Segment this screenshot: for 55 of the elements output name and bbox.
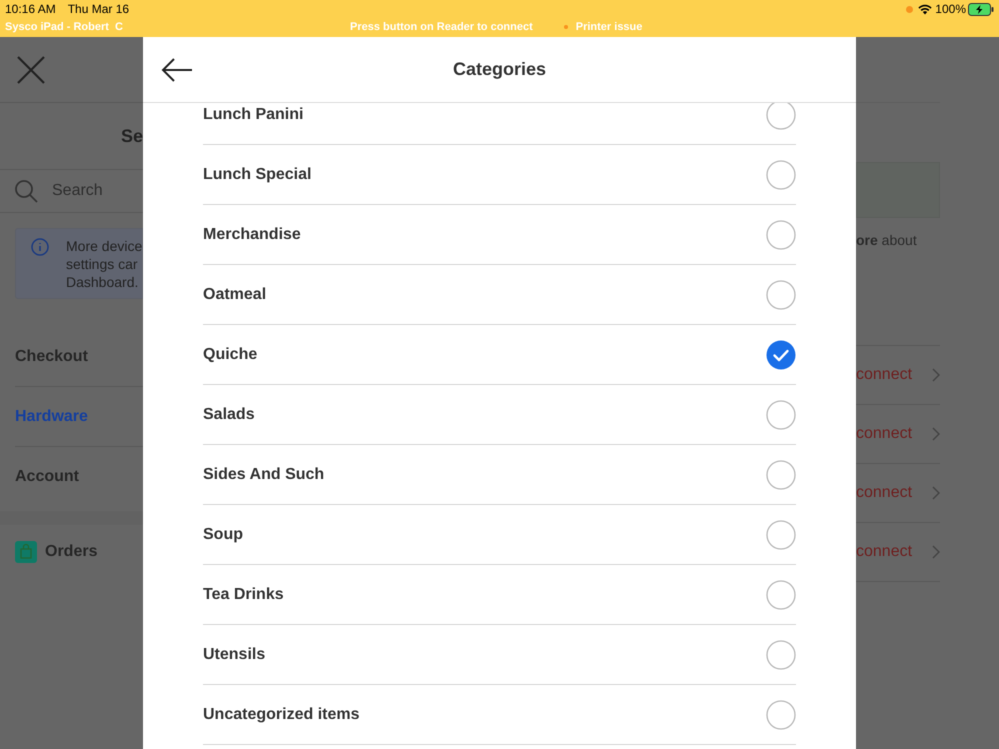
device-name: Sysco iPad - Robert C xyxy=(5,20,124,35)
category-row[interactable]: Merchandise xyxy=(203,205,796,265)
page-title: Se xyxy=(120,124,143,148)
shopping-bag-icon xyxy=(15,541,37,563)
empty-circle-icon[interactable] xyxy=(766,280,796,310)
empty-circle-icon[interactable] xyxy=(766,640,796,670)
clock-time: 10:16 AM xyxy=(5,1,56,18)
category-label: Utensils xyxy=(203,644,266,664)
category-label: Lunch Special xyxy=(203,164,312,184)
checked-circle-icon[interactable] xyxy=(766,340,796,370)
category-label: Quiche xyxy=(203,344,258,364)
chevron-right-icon xyxy=(932,427,940,441)
wifi-icon xyxy=(918,4,932,14)
category-row[interactable]: Sides And Such xyxy=(203,445,796,505)
category-label: Uncategorized items xyxy=(203,704,360,724)
chevron-right-icon xyxy=(932,545,940,559)
category-label: Soup xyxy=(203,524,243,544)
category-row[interactable]: Tea Drinks xyxy=(203,565,796,625)
empty-circle-icon[interactable] xyxy=(766,460,796,490)
category-row[interactable]: Lunch Special xyxy=(203,145,796,205)
close-icon[interactable] xyxy=(17,56,45,84)
category-label: Lunch Panini xyxy=(203,104,304,124)
category-row[interactable]: Lunch Panini xyxy=(203,103,796,145)
back-arrow-icon[interactable] xyxy=(161,58,193,82)
category-row[interactable]: Oatmeal xyxy=(203,265,796,325)
category-label: Sides And Such xyxy=(203,464,324,484)
empty-circle-icon[interactable] xyxy=(766,520,796,550)
info-icon xyxy=(31,238,49,256)
printer-status: Printer issue xyxy=(576,20,642,35)
empty-circle-icon[interactable] xyxy=(766,580,796,610)
category-label: Salads xyxy=(203,404,255,424)
category-label: Tea Drinks xyxy=(203,584,284,604)
info-text: More device xyxy=(66,237,142,255)
category-row[interactable]: Quiche xyxy=(203,325,796,385)
empty-circle-icon[interactable] xyxy=(766,160,796,190)
info-text: Dashboard. xyxy=(66,273,140,291)
category-row[interactable]: Uncategorized items xyxy=(203,685,796,745)
info-text: settings car xyxy=(66,255,139,273)
chevron-right-icon xyxy=(932,486,940,500)
category-row[interactable]: Utensils xyxy=(203,625,796,685)
reader-message: Press button on Reader to connect xyxy=(350,20,533,35)
category-row[interactable]: Soup xyxy=(203,505,796,565)
status-date: Thu Mar 16 xyxy=(68,1,130,18)
charging-battery-icon xyxy=(968,2,994,16)
learn-more-text: ore about xyxy=(856,231,918,250)
modal-title: Categories xyxy=(452,58,548,81)
category-label: Oatmeal xyxy=(203,284,266,304)
chevron-right-icon xyxy=(932,368,940,382)
category-label: Merchandise xyxy=(203,224,301,244)
category-row[interactable]: Salads xyxy=(203,385,796,445)
search-icon xyxy=(14,179,38,203)
battery-percent: 100% xyxy=(935,1,966,18)
empty-circle-icon[interactable] xyxy=(766,400,796,430)
empty-circle-icon[interactable] xyxy=(766,220,796,250)
empty-circle-icon[interactable] xyxy=(766,700,796,730)
